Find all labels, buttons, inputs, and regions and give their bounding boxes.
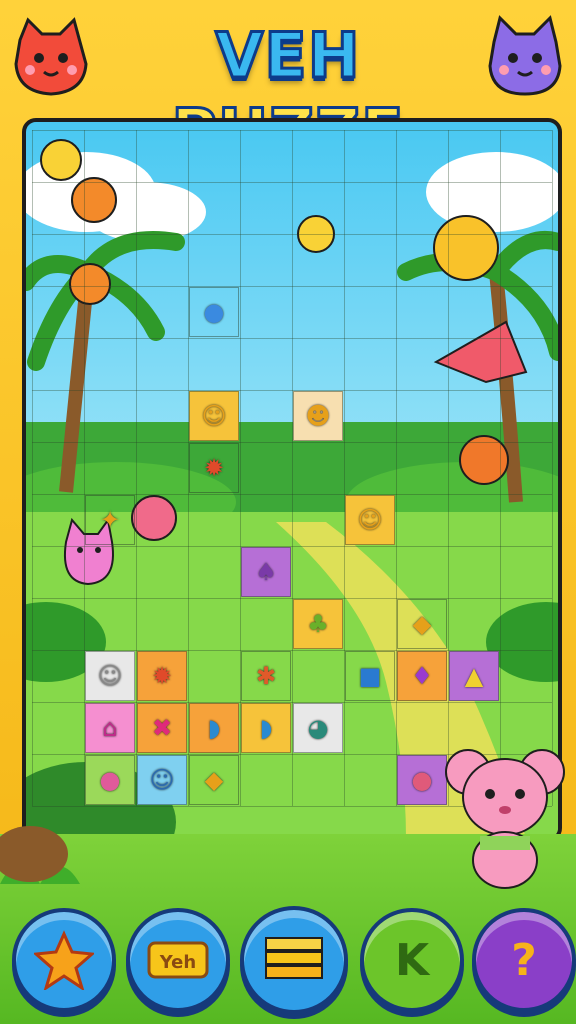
tile-blue-car[interactable]: ■: [345, 651, 395, 701]
grid-line: [32, 286, 552, 287]
fish-icon: ◗: [259, 714, 273, 742]
tile-teal-bird[interactable]: ◆: [189, 755, 239, 805]
fox-face-icon: ✦: [99, 506, 121, 534]
ticket-icon: Yeh: [147, 941, 209, 979]
grid-line: [32, 338, 552, 339]
cat-face-icon: ☺: [201, 402, 227, 430]
question-icon: ?: [511, 934, 537, 986]
action-bar: Yeh K ?: [0, 900, 576, 1024]
grid-line: [32, 546, 552, 547]
pig-icon: ●: [99, 766, 121, 794]
smiley-icon: ☺: [357, 506, 383, 534]
bug-icon: ✱: [255, 662, 277, 690]
grid-line: [396, 130, 397, 806]
grid-line: [32, 598, 552, 599]
grid-line: [32, 442, 552, 443]
grid-line: [500, 130, 501, 806]
puzzle-grid: ● ☺ ☻ ✹ ✦ ☺ ♠ ♣ ◆ ☺ ✹ ✱ ■ ♦ ▲ ⌂ ✖ ◗ ◗ ◕ ● ☺ ◆ ●: [26, 122, 558, 838]
title-bar: VEH PUZZE: [0, 0, 576, 170]
star-icon: [34, 930, 94, 990]
monster-icon: ♠: [255, 558, 277, 586]
game-board: ● ☺ ☻ ✹ ✦ ☺ ♠ ♣ ◆ ☺ ✹ ✱ ■ ♦ ▲ ⌂ ✖ ◗ ◗ ◕ ● ☺ ◆ ●: [22, 118, 562, 842]
grid-line: [32, 234, 552, 235]
grid-line: [344, 130, 345, 806]
tile-red-crab[interactable]: ✹: [189, 443, 239, 493]
blob-icon: ●: [411, 766, 433, 794]
tile-pink-x[interactable]: ✖: [137, 703, 187, 753]
tile-purple-gem[interactable]: ♦: [397, 651, 447, 701]
star-button[interactable]: [12, 908, 116, 1012]
chick-icon: ☻: [305, 402, 331, 430]
gem-icon: ♦: [411, 662, 433, 690]
grid-line: [32, 130, 33, 806]
hint-button[interactable]: ?: [472, 908, 576, 1012]
title-part-1: VEH: [214, 18, 361, 94]
fish-icon: ◗: [207, 714, 221, 742]
tile-yellow-bird[interactable]: ◆: [397, 599, 447, 649]
tile-yellow-fish[interactable]: ◗: [189, 703, 239, 753]
bird-icon: ◆: [204, 766, 224, 794]
grid-line: [552, 130, 553, 806]
purple-cat-mascot-icon: [488, 15, 562, 96]
ticket-button[interactable]: Yeh: [126, 908, 230, 1012]
horn-icon: ▲: [464, 662, 484, 690]
ticket-glyph: Yeh: [159, 952, 196, 973]
puzzle-icon: K: [394, 934, 430, 986]
tile-white-bird[interactable]: ◕: [293, 703, 343, 753]
tile-orange-bug[interactable]: ✱: [241, 651, 291, 701]
tile-pink-letter[interactable]: ⌂: [85, 703, 135, 753]
grid-line: [32, 130, 552, 131]
tile-purple-horn[interactable]: ▲: [449, 651, 499, 701]
tile-yellow-face[interactable]: ☺: [345, 495, 395, 545]
tile-blue-fish[interactable]: ◗: [241, 703, 291, 753]
tile-orange-crab[interactable]: ✹: [137, 651, 187, 701]
white-bird-icon: ◕: [307, 714, 329, 742]
pink-mouse-character-icon: [445, 749, 565, 889]
bunny-icon: ☺: [149, 766, 175, 794]
beetle-icon: ●: [203, 298, 225, 326]
car-icon: ■: [358, 662, 382, 690]
grid-line: [32, 390, 552, 391]
letter-a-icon: ⌂: [102, 714, 118, 742]
puzzle-button[interactable]: K: [360, 908, 464, 1012]
tile-yellow-cat[interactable]: ☺: [189, 391, 239, 441]
tile-blue-beetle[interactable]: ●: [189, 287, 239, 337]
crab-icon: ✹: [203, 454, 225, 482]
tile-white-cat[interactable]: ☺: [85, 651, 135, 701]
cupcake-icon: ♣: [307, 610, 329, 638]
tile-yellow-fox[interactable]: ✦: [85, 495, 135, 545]
grid-line: [448, 130, 449, 806]
bird-icon: ◆: [412, 610, 432, 638]
red-cat-mascot-icon: [14, 17, 88, 96]
tile-green-cup[interactable]: ♣: [293, 599, 343, 649]
stack-button[interactable]: [240, 906, 348, 1014]
grid-line: [32, 182, 552, 183]
stack-icon: [265, 937, 323, 979]
tile-yellow-chick[interactable]: ☻: [293, 391, 343, 441]
white-cat-icon: ☺: [97, 662, 123, 690]
tile-pink-pig[interactable]: ●: [85, 755, 135, 805]
tile-blue-bunny[interactable]: ☺: [137, 755, 187, 805]
x-icon: ✖: [151, 714, 173, 742]
tile-purple-monster[interactable]: ♠: [241, 547, 291, 597]
crab-icon: ✹: [151, 662, 173, 690]
